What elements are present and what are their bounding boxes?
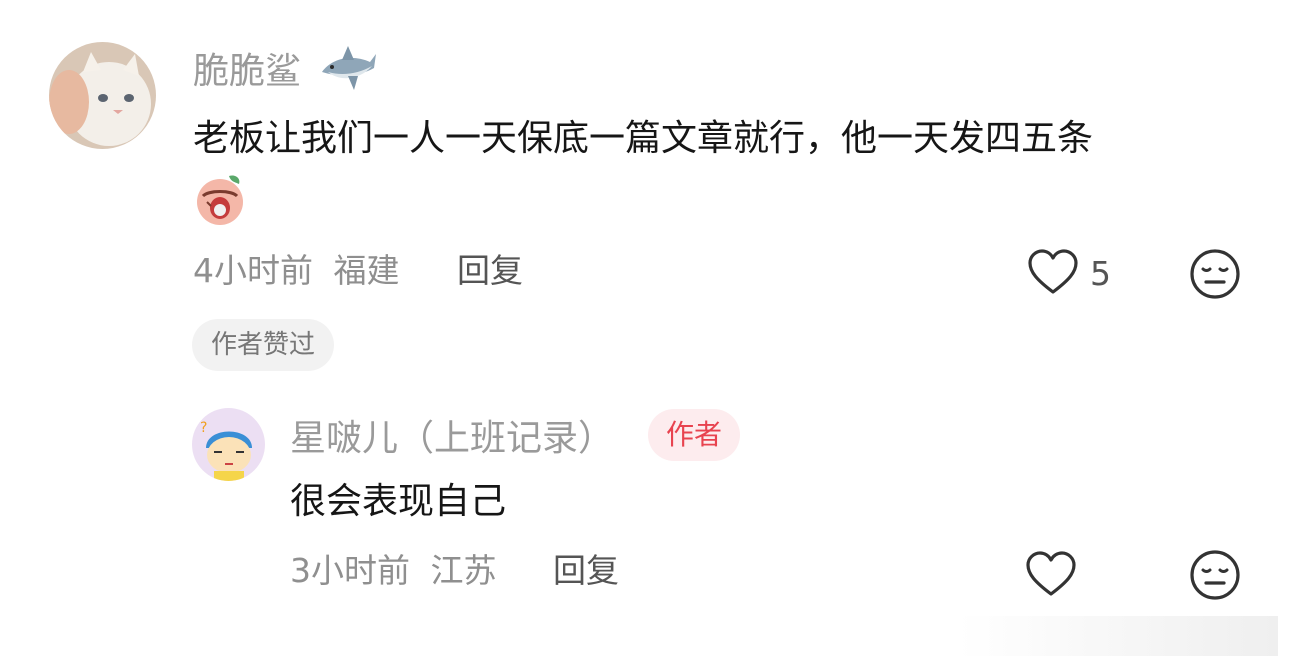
user-avatar[interactable] [49,42,156,149]
reply-username[interactable]: 星啵儿（上班记录） [290,421,614,457]
reply-user-avatar[interactable]: ? [192,408,265,481]
reply-reply-button[interactable]: 回复 [553,554,619,587]
comment-thread: 脆脆鲨 老板让我们一人一天保底一篇文章就行，他一天发四五条 4小时前 福建 回复… [0,0,1290,668]
comment-time: 4小时前 [193,251,313,290]
reply-meta: 3小时前 江苏 [290,554,497,587]
meh-face-icon[interactable] [1189,248,1241,304]
crying-face-sticker-icon [195,172,245,230]
comment-meta: 4小时前 福建 [193,254,400,287]
comment-reply-button[interactable]: 回复 [457,254,523,287]
author-tag: 作者 [648,409,741,461]
comment-like-count: 5 [1090,254,1111,293]
reply-text: 很会表现自己 [290,481,507,522]
bottom-fade-overlay [958,616,1278,656]
author-liked-badge: 作者赞过 [192,319,335,371]
reply-meh-face-icon[interactable] [1189,549,1241,605]
reply-heart-outline-icon[interactable] [1025,550,1077,602]
reply-location: 江苏 [430,551,497,590]
comment-location: 福建 [333,251,400,290]
reply-time: 3小时前 [290,551,410,590]
comment-text: 老板让我们一人一天保底一篇文章就行，他一天发四五条 [193,118,1094,159]
heart-outline-icon[interactable] [1027,248,1079,300]
comment-username[interactable]: 脆脆鲨 [193,54,301,90]
svg-text:?: ? [200,420,207,436]
shark-emoji-icon [318,40,378,99]
